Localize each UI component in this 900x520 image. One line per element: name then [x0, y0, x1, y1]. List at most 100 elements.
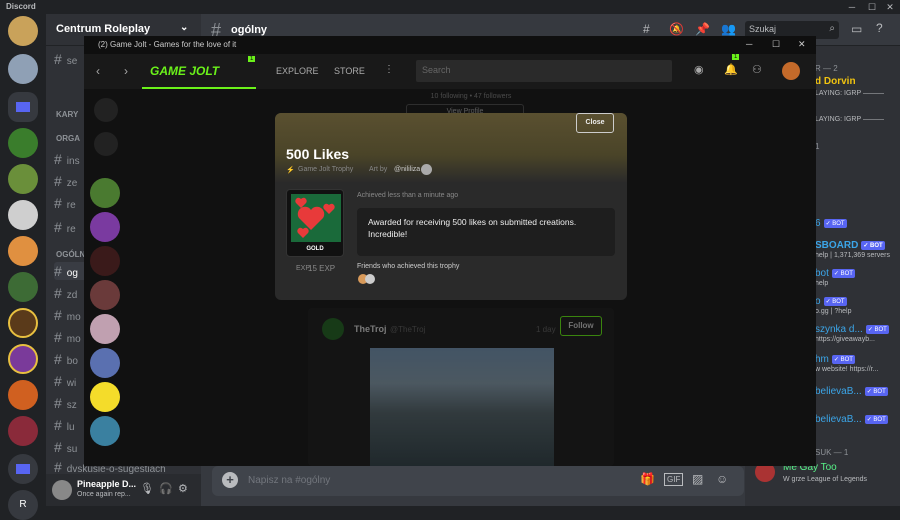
- microphone-icon[interactable]: 🎙: [140, 482, 154, 495]
- close-window-button[interactable]: ✕: [798, 39, 806, 50]
- add-attachment-icon[interactable]: +: [222, 472, 238, 488]
- gamejolt-sidebar: [84, 90, 128, 466]
- mute-icon[interactable]: 🔕: [669, 22, 684, 36]
- server-icon[interactable]: [8, 54, 38, 84]
- server-icon[interactable]: [8, 128, 38, 158]
- nav-store[interactable]: STORE: [334, 66, 365, 76]
- chevron-down-icon: ⌄: [180, 22, 189, 33]
- close-window-button[interactable]: ✕: [884, 1, 896, 13]
- server-icon[interactable]: [8, 308, 38, 338]
- member-group-header: SUK — 1: [815, 448, 849, 457]
- user-status: Once again rep...: [77, 491, 131, 498]
- avatar: [421, 164, 432, 175]
- maximize-button[interactable]: ☐: [772, 39, 780, 50]
- community-icon[interactable]: [90, 314, 120, 344]
- server-name: Centrum Roleplay: [56, 23, 151, 35]
- server-icon[interactable]: [8, 200, 38, 230]
- member-activity: https://giveawayb...: [815, 336, 875, 343]
- bell-icon[interactable]: 🔔: [724, 63, 738, 76]
- artist-link[interactable]: @nililiza: [394, 166, 420, 173]
- member-bot[interactable]: 6 ✓ BOT: [815, 218, 847, 229]
- member-bot[interactable]: szynka d... ✓ BOT: [815, 324, 889, 335]
- member-bot[interactable]: SBOARD ✓ BOT: [815, 240, 885, 251]
- friends-icon[interactable]: ⚇: [752, 63, 762, 76]
- server-icon[interactable]: [8, 236, 38, 266]
- avatar[interactable]: [782, 62, 800, 80]
- member-bot[interactable]: hm ✓ BOT: [815, 354, 855, 365]
- member-bot[interactable]: o ✓ BOT: [815, 296, 847, 307]
- gear-icon[interactable]: ⚙: [178, 482, 188, 495]
- server-icon[interactable]: [8, 272, 38, 302]
- user-panel: Pineapple D... Once again rep... 🎙 🎧 ⚙: [46, 474, 201, 506]
- member-activity: LAYING: IGRP ———: [815, 90, 884, 97]
- category-label[interactable]: KARY: [56, 110, 78, 119]
- gif-icon[interactable]: GIF: [664, 473, 684, 486]
- inbox-icon[interactable]: ▭: [851, 22, 862, 36]
- message-composer[interactable]: + Napisz na #ogólny 🎁 GIF ▨ ☺: [212, 466, 744, 496]
- channel-title: ogólny: [231, 24, 268, 36]
- community-icon[interactable]: [90, 416, 120, 446]
- avatar[interactable]: [365, 274, 375, 284]
- community-icon[interactable]: [90, 382, 120, 412]
- sticker-icon[interactable]: ▨: [692, 472, 703, 486]
- threads-icon[interactable]: #: [643, 22, 650, 36]
- trophy-tier: GOLD: [306, 246, 324, 252]
- member-activity: o.gg | ?help: [815, 308, 852, 315]
- server-list: R: [0, 14, 46, 520]
- minimize-button[interactable]: ─: [746, 39, 752, 49]
- community-icon[interactable]: [90, 212, 120, 242]
- more-menu-icon[interactable]: ⋮: [384, 64, 394, 75]
- trophy-image: GOLD: [286, 189, 344, 257]
- gamejolt-logo[interactable]: GAME JOLT: [150, 64, 219, 78]
- server-icon-active[interactable]: [8, 416, 38, 446]
- app-name: Discord: [6, 2, 36, 11]
- category-label[interactable]: ORGA: [56, 134, 80, 143]
- server-icon[interactable]: [8, 344, 38, 374]
- member-group-header: R — 2: [815, 64, 838, 73]
- gamejolt-navbar: ‹ › GAME JOLT 1 EXPLORE STORE ⋮ Search ◉…: [84, 54, 816, 90]
- community-icon[interactable]: [90, 178, 120, 208]
- maximize-button[interactable]: ☐: [866, 1, 878, 13]
- search-input[interactable]: Search: [416, 60, 672, 82]
- community-icon[interactable]: [90, 348, 120, 378]
- search-icon: ⌕: [829, 23, 835, 34]
- heart-icon: [291, 194, 341, 242]
- member-bot[interactable]: bot ✓ BOT: [815, 268, 855, 279]
- server-icon[interactable]: [8, 380, 38, 410]
- community-icon[interactable]: [90, 246, 120, 276]
- trophy-title: 500 Likes: [286, 146, 350, 162]
- member-name[interactable]: d Dorvin: [815, 76, 856, 87]
- pin-icon[interactable]: 📌: [695, 22, 710, 36]
- gamejolt-window-title: (2) Game Jolt - Games for the love of it: [98, 40, 237, 49]
- trophy-modal: Close 500 Likes ⚡ Game Jolt Trophy Art b…: [275, 113, 627, 300]
- headphones-icon[interactable]: 🎧: [159, 482, 173, 495]
- emoji-icon[interactable]: ☺: [716, 472, 728, 486]
- activity-icon[interactable]: ◉: [694, 63, 704, 76]
- community-icon[interactable]: [90, 280, 120, 310]
- server-icon[interactable]: [8, 164, 38, 194]
- username: Pineapple D...: [77, 479, 137, 489]
- member-bot[interactable]: believaB... ✓ BOT: [815, 414, 888, 425]
- help-icon[interactable]: ?: [876, 21, 883, 35]
- member-activity: help | 1,371,369 servers: [815, 252, 890, 259]
- gamejolt-titlebar: (2) Game Jolt - Games for the love of it…: [84, 36, 816, 54]
- forward-icon[interactable]: ›: [124, 64, 128, 78]
- server-icon-r[interactable]: R: [8, 490, 38, 520]
- member-bot[interactable]: believaB... ✓ BOT: [815, 386, 888, 397]
- server-icon[interactable]: [8, 16, 38, 46]
- close-button[interactable]: Close: [576, 113, 614, 133]
- friends-label: Friends who achieved this trophy: [357, 263, 460, 270]
- members-icon[interactable]: 👥: [721, 22, 736, 36]
- gift-icon[interactable]: 🎁: [640, 472, 655, 486]
- folder-icon[interactable]: [8, 92, 38, 122]
- notification-badge: 1: [248, 56, 256, 62]
- folder-icon[interactable]: [8, 454, 38, 484]
- back-icon[interactable]: ‹: [96, 64, 100, 78]
- composer-placeholder: Napisz na #ogólny: [248, 475, 331, 486]
- category-label[interactable]: OGÓLN: [56, 250, 85, 259]
- library-icon[interactable]: [94, 132, 118, 156]
- nav-explore[interactable]: EXPLORE: [276, 66, 319, 76]
- minimize-button[interactable]: ─: [846, 1, 858, 13]
- avatar[interactable]: [52, 480, 72, 500]
- menu-icon[interactable]: [94, 98, 118, 122]
